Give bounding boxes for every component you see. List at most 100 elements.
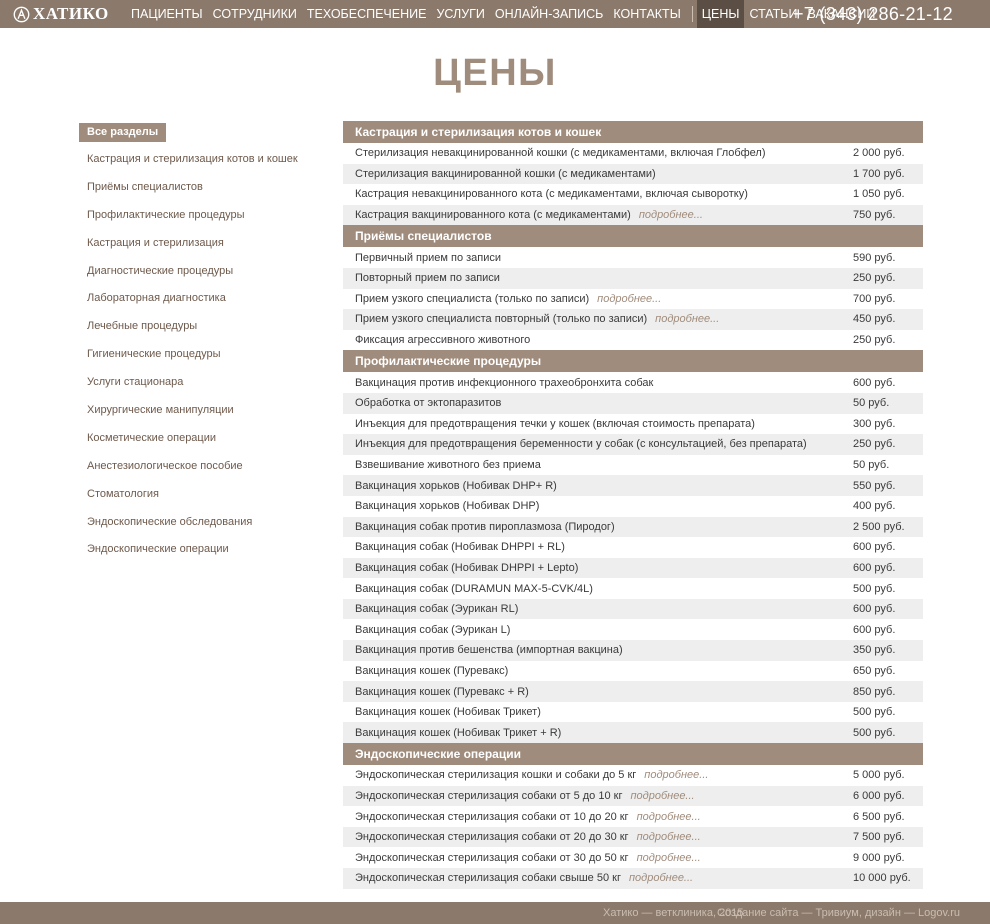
sidebar-item[interactable]: Эндоскопические операции — [79, 536, 319, 564]
nav-item[interactable]: Контакты — [608, 0, 685, 28]
more-link[interactable]: подробнее... — [655, 313, 719, 325]
service-name-text: Обработка от эктопаразитов — [355, 397, 502, 410]
price-row: Вакцинация против инфекционного трахеобр… — [343, 372, 923, 393]
sidebar-item[interactable]: Профилактические процедуры — [79, 202, 319, 230]
price-row: Вакцинация хорьков (Нобивак DHP+ R) 550 р… — [343, 475, 923, 496]
price-row: Кастрация невакцинированного кота (с мед… — [343, 184, 923, 205]
price-row: Вакцинация собак (Нобивак DHPPI + RL) 600… — [343, 537, 923, 558]
price-row: Эндоскопическая стерилизация собаки от 1… — [343, 806, 923, 827]
service-name: Инъекция для предотвращения течки у коше… — [355, 418, 853, 430]
more-link[interactable]: подробнее... — [637, 831, 701, 843]
service-name: Вакцинация кошек (Пуревакс) — [355, 665, 853, 677]
service-name-text: Повторный прием по записи — [355, 272, 500, 285]
sidebar-item[interactable]: Стоматология — [79, 481, 319, 509]
service-name: Вакцинация кошек (Нобивак Трикет) — [355, 706, 853, 718]
service-name: Вакцинация кошек (Нобивак Трикет + R) — [355, 727, 853, 739]
service-name: Вакцинация хорьков (Нобивак DHP) — [355, 500, 853, 512]
sidebar-item[interactable]: Кастрация и стерилизация — [79, 230, 319, 258]
service-price: 700 руб. — [853, 292, 896, 305]
sidebar-item[interactable]: Гигиенические процедуры — [79, 341, 319, 369]
service-price: 600 руб. — [853, 603, 896, 616]
more-link[interactable]: подробнее... — [639, 209, 703, 221]
service-price: 6 000 руб. — [853, 789, 905, 802]
logo[interactable]: ХАТИКО — [13, 3, 109, 25]
more-link[interactable]: подробнее... — [637, 811, 701, 823]
service-name-text: Вакцинация хорьков (Нобивак DHP+ R) — [355, 479, 557, 492]
more-link[interactable]: подробнее... — [597, 293, 661, 305]
price-row: Вакцинация собак (Эурикан L) 600 руб. — [343, 619, 923, 640]
service-name: Первичный прием по записи — [355, 252, 853, 264]
section-rows: Вакцинация против инфекционного трахеобр… — [343, 372, 923, 744]
sidebar-item[interactable]: Лечебные процедуры — [79, 313, 319, 341]
sidebar-item[interactable]: Диагностические процедуры — [79, 258, 319, 286]
service-name: Эндоскопическая стерилизация собаки от 5… — [355, 790, 853, 802]
nav-item[interactable]: Пациенты — [126, 0, 208, 28]
service-name: Кастрация вакцинированного кота (с медик… — [355, 209, 853, 221]
price-row: Кастрация вакцинированного кота (с медик… — [343, 204, 923, 226]
service-price: 500 руб. — [853, 582, 896, 595]
footer-credit[interactable]: Создание сайта — Тривиум, дизайн — Logov… — [717, 902, 960, 924]
service-price: 850 руб. — [853, 685, 896, 698]
sidebar-item[interactable]: Кастрация и стерилизация котов и кошек — [79, 146, 319, 174]
price-row: Вакцинация кошек (Пуревакс) 650 руб. — [343, 661, 923, 682]
service-name: Вакцинация хорьков (Нобивак DHP+ R) — [355, 480, 853, 492]
service-price: 300 руб. — [853, 417, 896, 430]
service-price: 9 000 руб. — [853, 851, 905, 864]
price-row: Фиксация агрессивного животного 250 руб. — [343, 330, 923, 351]
sidebar-item[interactable]: Эндоскопические обследования — [79, 509, 319, 537]
logo-text: ХАТИКО — [33, 4, 109, 23]
more-link[interactable]: подробнее... — [629, 872, 693, 884]
price-row: Первичный прием по записи 590 руб. — [343, 247, 923, 268]
service-name-text: Взвешивание животного без приема — [355, 459, 541, 472]
service-name-text: Вакцинация собак (DURAMUN MAX-5-CVK/4L) — [355, 582, 593, 595]
service-price: 590 руб. — [853, 251, 896, 264]
nav-item[interactable]: Цены — [696, 0, 745, 28]
more-link[interactable]: подробнее... — [630, 790, 694, 802]
price-row: Вакцинация собак (Эурикан RL) 600 руб. — [343, 598, 923, 620]
nav-item[interactable]: Сотрудники — [208, 0, 302, 28]
price-row: Прием узкого специалиста повторный (толь… — [343, 309, 923, 330]
main-nav: Пациенты Сотрудники Техобеспечение Услуги Он… — [126, 0, 880, 28]
service-name: Вакцинация кошек (Пуревакс + R) — [355, 686, 853, 698]
site-header: ХАТИКО Пациенты Сотрудники Техобеспечение У… — [0, 0, 990, 28]
price-row: Вакцинация против бешенства (импортная в… — [343, 640, 923, 661]
sidebar-item[interactable]: Хирургические манипуляции — [79, 397, 319, 425]
sidebar-item[interactable]: Косметические операции — [79, 425, 319, 453]
service-name-text: Вакцинация собак (Эурикан L) — [355, 623, 511, 636]
sidebar-item[interactable]: Лабораторная диагностика — [79, 285, 319, 313]
price-row: Вакцинация кошек (Нобивак Трикет + R) 500… — [343, 722, 923, 744]
service-name: Вакцинация собак (DURAMUN MAX-5-CVK/4L) — [355, 583, 853, 595]
nav-item[interactable]: Онлайн-запись — [490, 0, 608, 28]
price-row: Вакцинация кошек (Нобивак Трикет) 500 руб… — [343, 702, 923, 723]
service-name: Обработка от эктопаразитов — [355, 397, 853, 409]
sidebar-item[interactable]: Приёмы специалистов — [79, 174, 319, 202]
price-row: Эндоскопическая стерилизация собаки от 5… — [343, 785, 923, 807]
service-name-text: Стерилизация невакцинированной кошки (с … — [355, 147, 766, 160]
section-rows: Эндоскопическая стерилизация кошки и соб… — [343, 765, 923, 889]
service-name-text: Вакцинация собак (Нобивак DHPPI + RL) — [355, 541, 565, 554]
service-price: 10 000 руб. — [853, 872, 911, 885]
service-name-text: Эндоскопическая стерилизация кошки и соб… — [355, 769, 637, 782]
sidebar-item[interactable]: Услуги стационара — [79, 369, 319, 397]
sidebar-item[interactable]: Анестезиологическое пособие — [79, 453, 319, 481]
phone-number[interactable]: +7 (343) 286-21-12 — [793, 2, 953, 26]
service-name-text: Эндоскопическая стерилизация собаки от 1… — [355, 810, 629, 823]
service-name-text: Фиксация агрессивного животного — [355, 334, 531, 347]
nav-item[interactable]: Услуги — [431, 0, 489, 28]
service-name: Прием узкого специалиста (только по запи… — [355, 293, 853, 305]
service-name: Кастрация невакцинированного кота (с мед… — [355, 188, 853, 200]
logo-icon — [13, 6, 30, 22]
service-price: 250 руб. — [853, 334, 896, 347]
service-name-text: Прием узкого специалиста (только по запи… — [355, 292, 590, 305]
service-name-text: Вакцинация кошек (Пуревакс) — [355, 664, 509, 677]
nav-item[interactable]: Техобеспечение — [302, 0, 432, 28]
more-link[interactable]: подробнее... — [637, 852, 701, 864]
site-footer: Хатико — ветклиника, 2015 Создание сайта… — [0, 902, 990, 924]
price-row: Эндоскопическая стерилизация собаки свыш… — [343, 868, 923, 889]
price-row: Повторный прием по записи 250 руб. — [343, 267, 923, 289]
more-link[interactable]: подробнее... — [644, 769, 708, 781]
all-sections-button[interactable]: Все разделы — [79, 123, 167, 142]
service-name-text: Инъекция для предотвращения беременности… — [355, 438, 807, 451]
service-price: 750 руб. — [853, 209, 896, 222]
section-header: Приёмы специалистов — [343, 225, 923, 248]
